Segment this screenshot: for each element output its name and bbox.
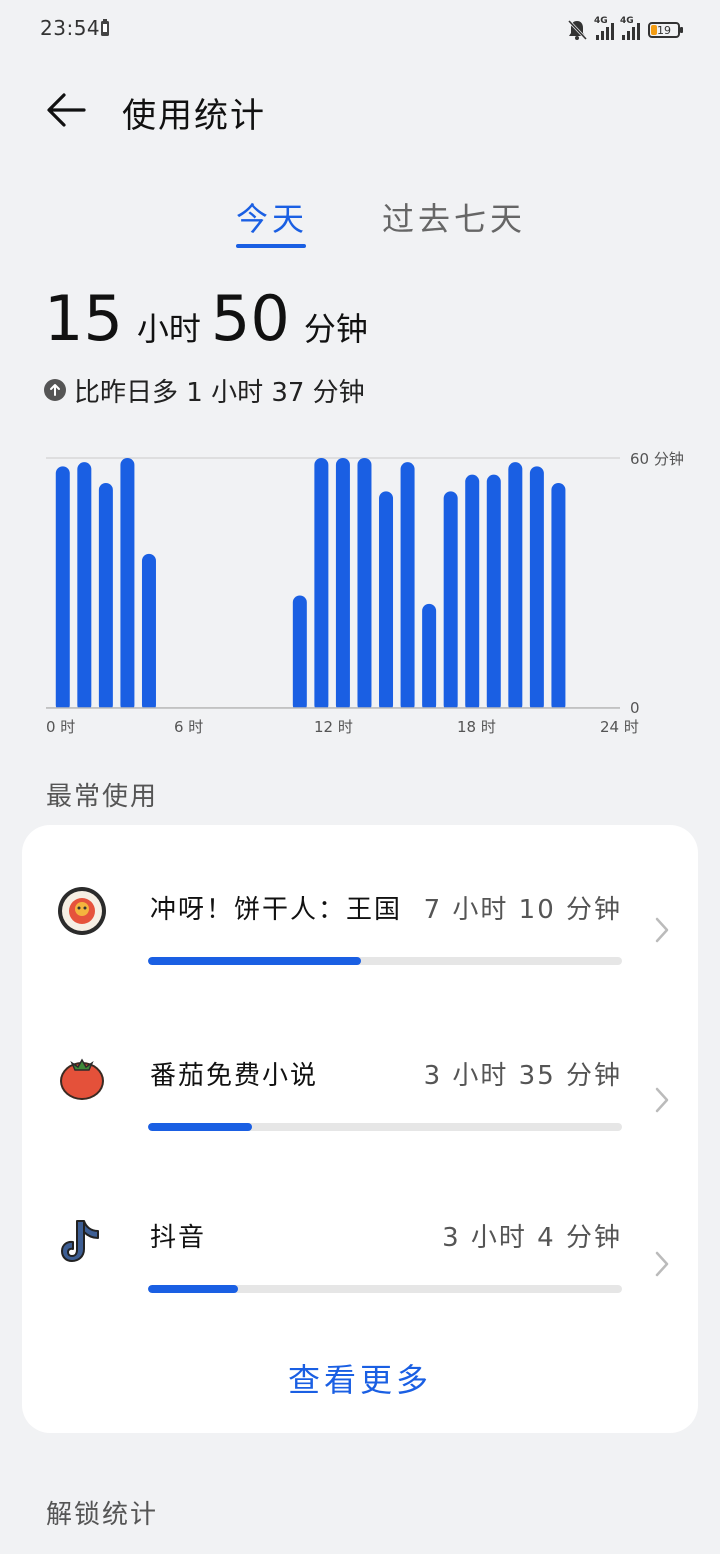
chart-baseline-mask <box>40 708 630 716</box>
minutes-unit: 分钟 <box>303 310 368 348</box>
tab-today[interactable]: 今天 <box>236 194 308 240</box>
most-used-card: 冲呀！饼干人：王国 7 小时 10 分钟 番茄免费小说 3 小时 35 分钟 抖… <box>22 825 698 1433</box>
chart-bar-hour-18 <box>443 491 458 712</box>
hourly-usage-chart: 60 分钟 0 0 时 6 时 12 时 18 时 24 时 <box>40 450 684 736</box>
arrow-up-icon <box>44 379 66 401</box>
douyin-icon <box>61 1220 99 1262</box>
app-usage-time: 7 小时 10 分钟 <box>423 895 622 925</box>
signal-icon-sim2: 4G <box>620 16 640 40</box>
chevron-right-icon <box>655 1251 669 1277</box>
usage-progress-fill <box>148 1285 239 1293</box>
chart-bar-hour-0 <box>55 466 70 712</box>
chart-bar-hour-11 <box>292 595 307 712</box>
usage-progress-bar <box>148 1285 622 1293</box>
chart-bars <box>40 458 630 716</box>
active-tab-indicator <box>236 244 306 248</box>
chart-bar-hour-14 <box>357 458 372 712</box>
y-tick-label-max: 60 分钟 <box>630 450 684 468</box>
x-tick-label: 18 时 <box>457 718 496 736</box>
y-tick-label-min: 0 <box>630 699 640 717</box>
chart-bar-hour-17 <box>422 603 437 712</box>
status-time: 23:54 <box>40 16 101 40</box>
usage-progress-fill <box>148 1123 253 1131</box>
usage-progress-fill <box>148 957 362 965</box>
battery-icon: 19 <box>648 22 683 38</box>
usage-progress-bar <box>148 957 622 965</box>
chart-bar-hour-20 <box>486 474 501 712</box>
chart-bar-hour-1 <box>77 462 92 712</box>
app-name: 番茄免费小说 <box>150 1061 319 1091</box>
page-title: 使用统计 <box>122 96 266 136</box>
total-minutes: 50 <box>210 282 290 355</box>
signal-icon-sim1: 4G <box>594 16 614 40</box>
most-used-label: 最常使用 <box>46 782 159 812</box>
x-tick-label: 12 时 <box>314 718 353 736</box>
chart-bar-hour-12 <box>314 458 329 712</box>
x-tick-label: 6 时 <box>174 718 203 736</box>
tomato-icon <box>60 1058 104 1100</box>
status-bar: 23:54 4G 4G 19 <box>0 0 720 60</box>
app-name: 冲呀！饼干人：王国 <box>150 895 403 925</box>
mute-bell-icon <box>567 19 588 41</box>
chevron-right-icon <box>655 917 669 943</box>
chart-bar-hour-3 <box>120 458 135 712</box>
chart-bar-hour-4 <box>141 553 156 712</box>
app-name: 抖音 <box>150 1223 207 1253</box>
battery-saver-icon <box>101 19 109 36</box>
x-tick-labels: 0 时 6 时 12 时 18 时 24 时 <box>46 718 639 736</box>
compare-yesterday: 比昨日多 1 小时 37 分钟 <box>44 372 365 408</box>
chart-bar-hour-19 <box>465 474 480 712</box>
back-arrow-icon[interactable] <box>44 90 90 130</box>
app-usage-time: 3 小时 4 分钟 <box>442 1223 622 1253</box>
unlock-stats-label: 解锁统计 <box>46 1500 159 1530</box>
chart-bar-hour-13 <box>335 458 350 712</box>
compare-text: 比昨日多 1 小时 37 分钟 <box>74 377 365 408</box>
app-header: 使用统计 <box>0 80 720 140</box>
app-row-tomato-novel[interactable]: 番茄免费小说 3 小时 35 分钟 <box>22 1009 698 1149</box>
cookie-kingdom-icon <box>58 887 106 935</box>
chart-bar-hour-21 <box>508 462 523 712</box>
chart-bar-hour-15 <box>379 491 394 712</box>
tab-past-seven-days[interactable]: 过去七天 <box>382 194 526 240</box>
chart-bar-hour-23 <box>551 483 566 712</box>
app-row-douyin[interactable]: 抖音 3 小时 4 分钟 <box>22 1171 698 1311</box>
period-tabs: 今天 过去七天 <box>0 190 720 250</box>
chart-bar-hour-22 <box>529 466 544 712</box>
see-more-button[interactable]: 查看更多 <box>22 1355 698 1401</box>
chart-bar-hour-2 <box>98 483 113 712</box>
x-tick-label: 0 时 <box>46 718 75 736</box>
x-tick-label: 24 时 <box>600 718 639 736</box>
hours-unit: 小时 <box>136 310 201 348</box>
app-row-cookie-kingdom[interactable]: 冲呀！饼干人：王国 7 小时 10 分钟 <box>22 845 698 985</box>
chevron-right-icon <box>655 1087 669 1113</box>
total-hours: 15 <box>44 282 123 355</box>
status-icons: 4G 4G 19 <box>566 16 683 44</box>
chart-bar-hour-16 <box>400 462 415 712</box>
app-usage-time: 3 小时 35 分钟 <box>423 1061 622 1091</box>
usage-progress-bar <box>148 1123 622 1131</box>
total-usage: 15 小时 50 分钟 <box>44 282 378 362</box>
